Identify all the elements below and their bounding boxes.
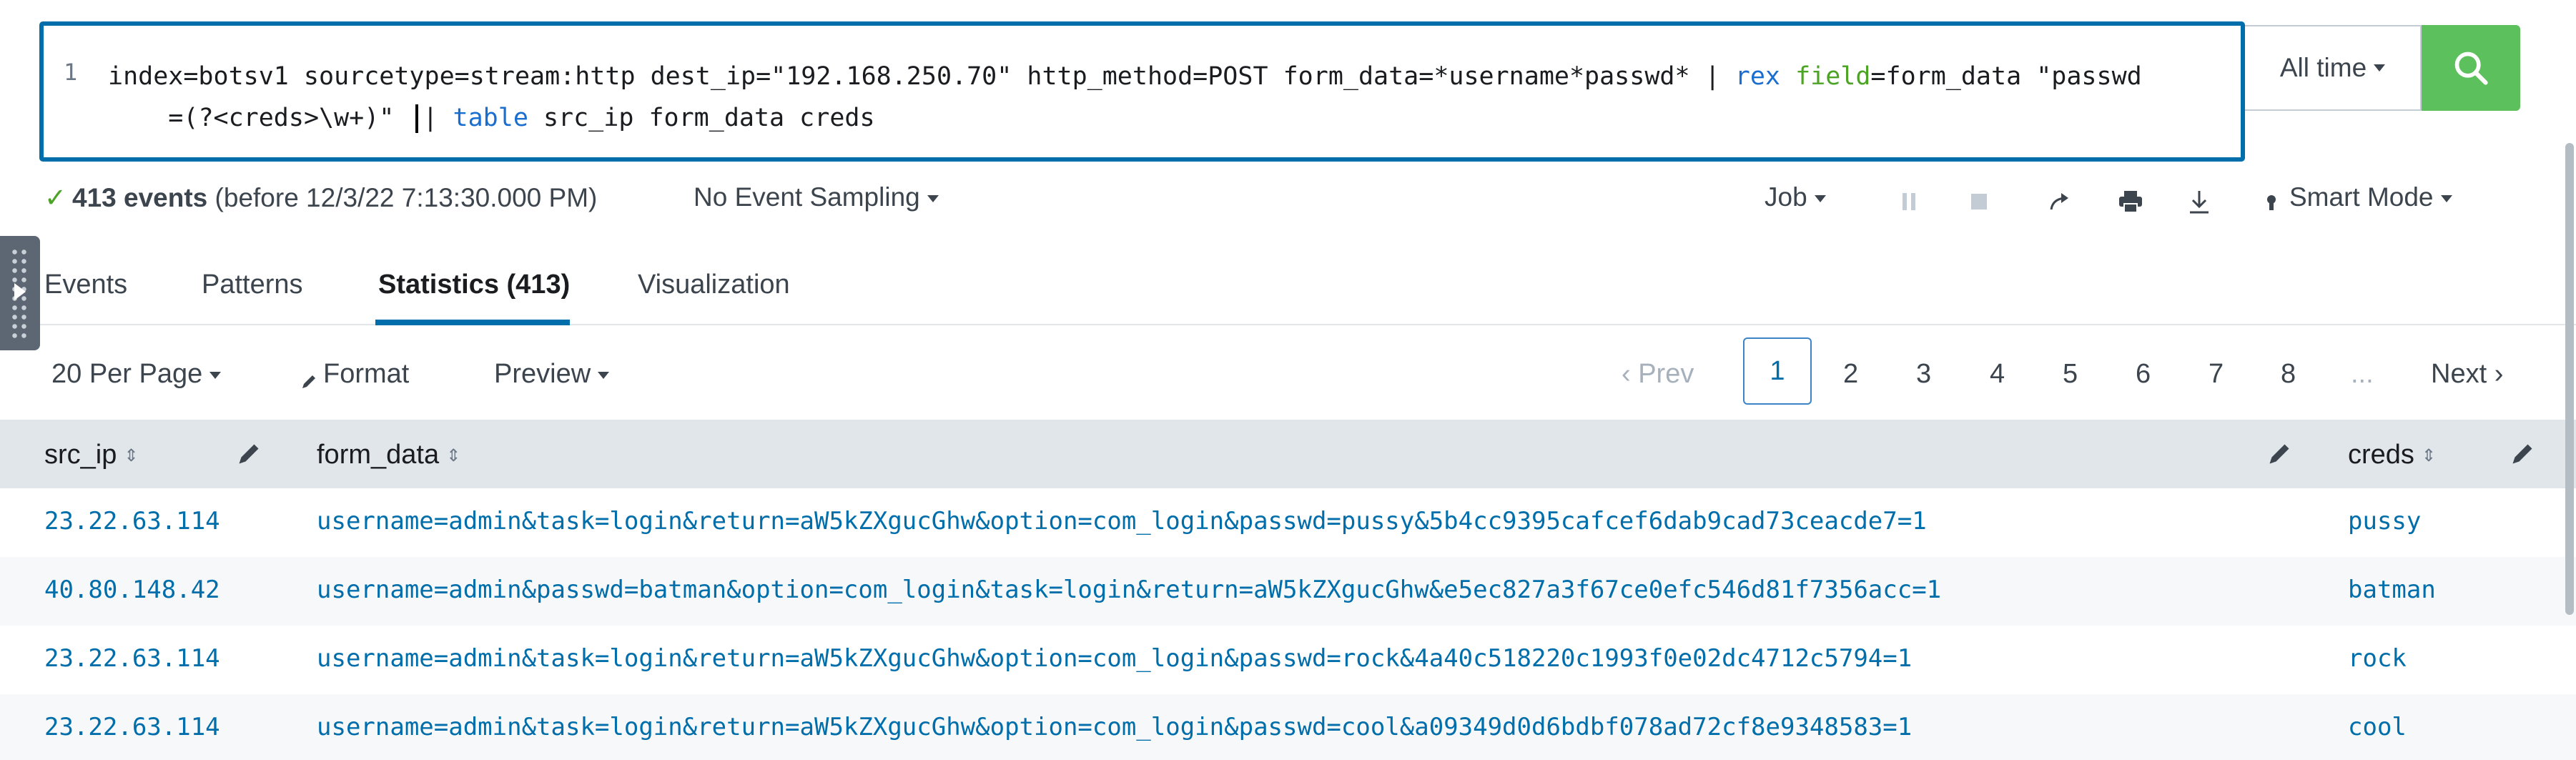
page-3-button[interactable]: 3	[1916, 359, 1931, 390]
search-mode-dropdown[interactable]: Smart Mode	[2266, 182, 2452, 212]
chevron-down-icon	[598, 371, 610, 379]
tab-patterns[interactable]: Patterns	[202, 270, 303, 300]
edit-column-icon[interactable]	[2510, 441, 2535, 467]
sort-icon: ⇕	[124, 446, 139, 466]
cell-form-data[interactable]: username=admin&task=login&return=aW5kZXg…	[317, 644, 1912, 673]
stop-icon[interactable]	[1965, 187, 1993, 216]
page-2-button[interactable]: 2	[1843, 359, 1858, 390]
search-status: ✓ 413 events (before 12/3/22 7:13:30.000 …	[44, 182, 597, 213]
page-7-button[interactable]: 7	[2209, 359, 2224, 390]
cell-creds[interactable]: rock	[2348, 644, 2407, 673]
cell-form-data[interactable]: username=admin&task=login&return=aW5kZXg…	[317, 713, 1912, 741]
cell-creds[interactable]: cool	[2348, 713, 2407, 741]
export-icon[interactable]	[2185, 187, 2214, 216]
job-menu[interactable]: Job	[1765, 182, 1826, 212]
cell-src-ip[interactable]: 23.22.63.114	[44, 507, 220, 536]
expand-arrow-icon	[14, 283, 26, 300]
cell-creds[interactable]: batman	[2348, 576, 2436, 604]
per-page-dropdown[interactable]: 20 Per Page	[51, 359, 222, 390]
event-count-detail: (before 12/3/22 7:13:30.000 PM)	[214, 183, 598, 212]
text-cursor	[415, 104, 419, 133]
results-tabs: Events Patterns Statistics (413) Visuali…	[0, 245, 2576, 325]
chevron-down-icon	[209, 371, 222, 379]
pagination-ellipsis: ...	[2351, 359, 2374, 389]
cell-src-ip[interactable]: 40.80.148.42	[44, 576, 220, 604]
event-sampling-dropdown[interactable]: No Event Sampling	[694, 182, 939, 212]
next-page-button[interactable]: Next ›	[2431, 359, 2503, 390]
active-tab-indicator	[375, 320, 570, 325]
page-6-button[interactable]: 6	[2136, 359, 2151, 390]
column-header-form-data[interactable]: form_data ⇕	[317, 440, 460, 470]
search-icon	[2454, 51, 2488, 85]
sidebar-toggle-handle[interactable]	[0, 236, 40, 350]
column-header-src-ip[interactable]: src_ip ⇕	[44, 440, 138, 470]
table-row: 23.22.63.114 username=admin&task=login&r…	[0, 626, 2576, 694]
cell-form-data[interactable]: username=admin&passwd=batman&option=com_…	[317, 576, 1941, 604]
check-icon: ✓	[44, 183, 67, 212]
chevron-down-icon	[2374, 64, 2386, 71]
print-icon[interactable]	[2116, 187, 2145, 216]
line-number: 1	[64, 59, 78, 86]
sort-icon: ⇕	[2421, 446, 2437, 466]
page-5-button[interactable]: 5	[2063, 359, 2078, 390]
preview-dropdown[interactable]: Preview	[494, 359, 610, 390]
page-8-button[interactable]: 8	[2281, 359, 2296, 390]
chevron-down-icon	[1814, 195, 1826, 203]
sort-icon: ⇕	[446, 446, 461, 466]
cell-src-ip[interactable]: 23.22.63.114	[44, 713, 220, 741]
tab-statistics[interactable]: Statistics (413)	[378, 270, 570, 300]
tab-visualization[interactable]: Visualization	[638, 270, 790, 300]
chevron-down-icon	[2440, 195, 2452, 203]
share-icon[interactable]	[2046, 187, 2075, 216]
cell-form-data[interactable]: username=admin&task=login&return=aW5kZXg…	[317, 507, 1927, 536]
page-1-button[interactable]: 1	[1743, 337, 1812, 405]
pause-icon[interactable]	[1895, 187, 1923, 216]
chevron-down-icon	[927, 195, 939, 203]
table-row: 40.80.148.42 username=admin&passwd=batma…	[0, 557, 2576, 626]
column-header-creds[interactable]: creds ⇕	[2348, 440, 2436, 470]
pencil-icon	[300, 367, 317, 388]
table-header: src_ip ⇕ form_data ⇕ creds ⇕	[0, 420, 2576, 488]
event-count: 413 events	[72, 183, 208, 212]
lightbulb-icon	[2266, 189, 2276, 211]
time-range-picker[interactable]: All time	[2245, 25, 2422, 111]
page-4-button[interactable]: 4	[1990, 359, 2005, 390]
edit-column-icon[interactable]	[2266, 441, 2292, 467]
time-range-label: All time	[2279, 53, 2367, 82]
tab-events[interactable]: Events	[44, 270, 127, 300]
search-button[interactable]	[2422, 25, 2520, 111]
vertical-scrollbar[interactable]	[2565, 143, 2574, 615]
format-button[interactable]: Format	[300, 359, 409, 390]
table-row: 23.22.63.114 username=admin&task=login&r…	[0, 694, 2576, 760]
cell-src-ip[interactable]: 23.22.63.114	[44, 644, 220, 673]
search-query-editor[interactable]: 1 index=botsv1 sourcetype=stream:http de…	[39, 21, 2245, 162]
prev-page-button[interactable]: ‹ Prev	[1622, 359, 1694, 390]
edit-column-icon[interactable]	[236, 441, 262, 467]
cell-creds[interactable]: pussy	[2348, 507, 2421, 536]
table-row: 23.22.63.114 username=admin&task=login&r…	[0, 488, 2576, 557]
search-query-text[interactable]: index=botsv1 sourcetype=stream:http dest…	[108, 56, 2224, 139]
